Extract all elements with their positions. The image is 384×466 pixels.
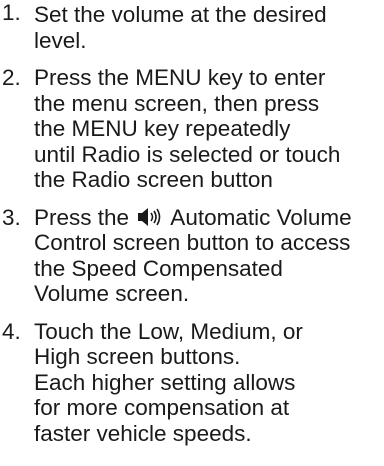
step-line: the menu screen, then press (34, 90, 320, 116)
step-line: Set the volume at the desired (34, 2, 327, 27)
step-line: for more compensation at (34, 395, 290, 420)
step-number: 1. (2, 0, 21, 25)
step-line: the Speed Compensated (34, 255, 283, 281)
step-number: 4. (2, 318, 21, 344)
step-number: 2. (2, 65, 21, 90)
speaker-volume-icon (138, 207, 161, 226)
step-text: Press the MENU key to enter the menu scr… (34, 65, 384, 193)
step-line: High screen buttons. (34, 344, 241, 369)
step-item: 1. Set the volume at the desired level. (0, 0, 384, 53)
step-number: 3. (2, 204, 21, 230)
step-line: Touch the Low, Medium, or (34, 318, 303, 344)
step-line-with-icon: Press the Automatic Volume (34, 205, 384, 231)
step-text: Touch the Low, Medium, or High screen bu… (34, 319, 384, 447)
step-line: level. (34, 27, 87, 53)
step-line: Control screen button to access (34, 230, 351, 255)
instruction-steps: 1. Set the volume at the desired level. … (0, 0, 384, 446)
step-line: the Radio screen button (34, 167, 273, 192)
step-item: 2. Press the MENU key to enter the menu … (0, 65, 384, 193)
step-line-segment: Press the (34, 204, 136, 230)
step-line: until Radio is selected or touch (34, 141, 341, 167)
step-line: faster vehicle speeds. (34, 420, 252, 446)
step-line: the MENU key repeatedly (34, 116, 291, 141)
step-line-segment: Automatic Volume (165, 204, 352, 230)
step-line: Each higher setting allows (34, 369, 296, 395)
step-line: Volume screen. (34, 281, 190, 306)
step-text: Press the Automatic Volume Control scree… (34, 205, 384, 307)
step-line: Press the MENU key to enter (34, 65, 326, 90)
step-text: Set the volume at the desired level. (34, 2, 384, 53)
step-item: 4. Touch the Low, Medium, or High screen… (0, 319, 384, 447)
step-item: 3. Press the Automatic Volume Control sc… (0, 205, 384, 307)
